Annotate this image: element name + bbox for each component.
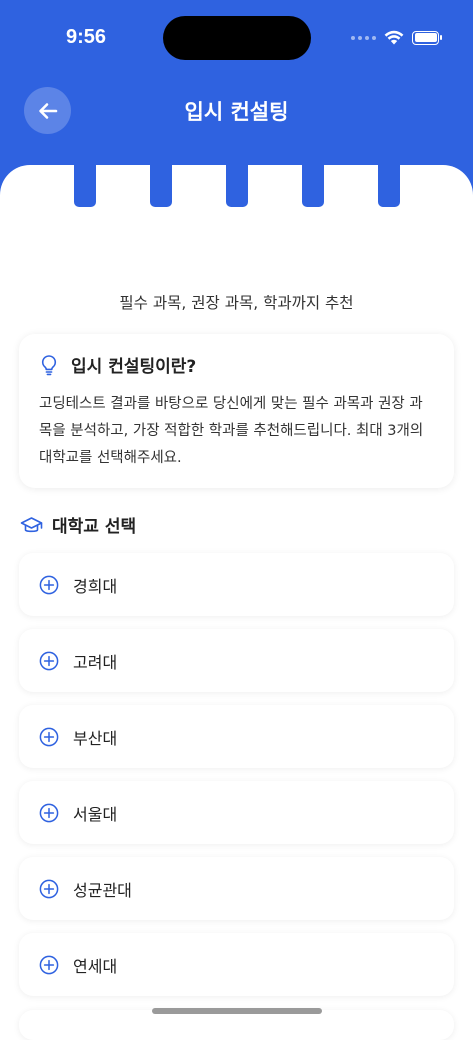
binder-ring (74, 165, 96, 207)
plus-circle-icon (39, 727, 59, 746)
binder-ring (378, 165, 400, 207)
plus-circle-icon (39, 955, 59, 974)
university-option[interactable]: 연세대 (19, 933, 454, 996)
info-card-header: 입시 컨설팅이란? (39, 352, 434, 377)
university-list: 경희대 고려대 부산대 서울대 성균관대 연세대 (19, 553, 454, 1009)
university-option[interactable]: 고려대 (19, 629, 454, 692)
info-card-body: 고딩테스트 결과를 바탕으로 당신에게 맞는 필수 과목과 권장 과목을 분석하… (39, 396, 424, 466)
wifi-icon (384, 30, 404, 45)
battery-icon (412, 30, 442, 45)
university-option[interactable]: 경희대 (19, 553, 454, 616)
binder-ring (302, 165, 324, 207)
university-label: 부산대 (73, 728, 118, 748)
home-indicator (152, 1008, 322, 1014)
status-indicators (351, 30, 442, 45)
university-label: 서울대 (73, 804, 118, 824)
binder-ring (150, 165, 172, 207)
plus-circle-icon (39, 879, 59, 898)
university-label: 고려대 (73, 652, 118, 672)
page-subtitle: 필수 과목, 권장 과목, 학과까지 추천 (119, 294, 354, 312)
signal-icon (351, 35, 376, 40)
info-card-title: 입시 컨설팅이란? (71, 357, 197, 377)
lightbulb-icon (41, 354, 57, 375)
binder-ring (226, 165, 248, 207)
plus-circle-icon (39, 651, 59, 670)
dynamic-island (163, 16, 311, 60)
section-header: 대학교 선택 (20, 512, 136, 537)
university-option[interactable]: 성균관대 (19, 857, 454, 920)
info-card: 입시 컨설팅이란? 고딩테스트 결과를 바탕으로 당신에게 맞는 필수 과목과 … (19, 334, 454, 488)
university-option[interactable]: 부산대 (19, 705, 454, 768)
graduation-cap-icon (20, 516, 43, 532)
university-option[interactable]: 서울대 (19, 781, 454, 844)
page-title: 입시 컨설팅 (184, 100, 289, 124)
plus-circle-icon (39, 803, 59, 822)
university-label: 경희대 (73, 576, 118, 596)
university-label: 성균관대 (73, 880, 132, 900)
university-label: 연세대 (73, 956, 118, 976)
section-title: 대학교 선택 (52, 517, 137, 537)
status-time: 9:56 (66, 26, 107, 48)
university-option-partial[interactable] (19, 1010, 454, 1040)
plus-circle-icon (39, 575, 59, 594)
